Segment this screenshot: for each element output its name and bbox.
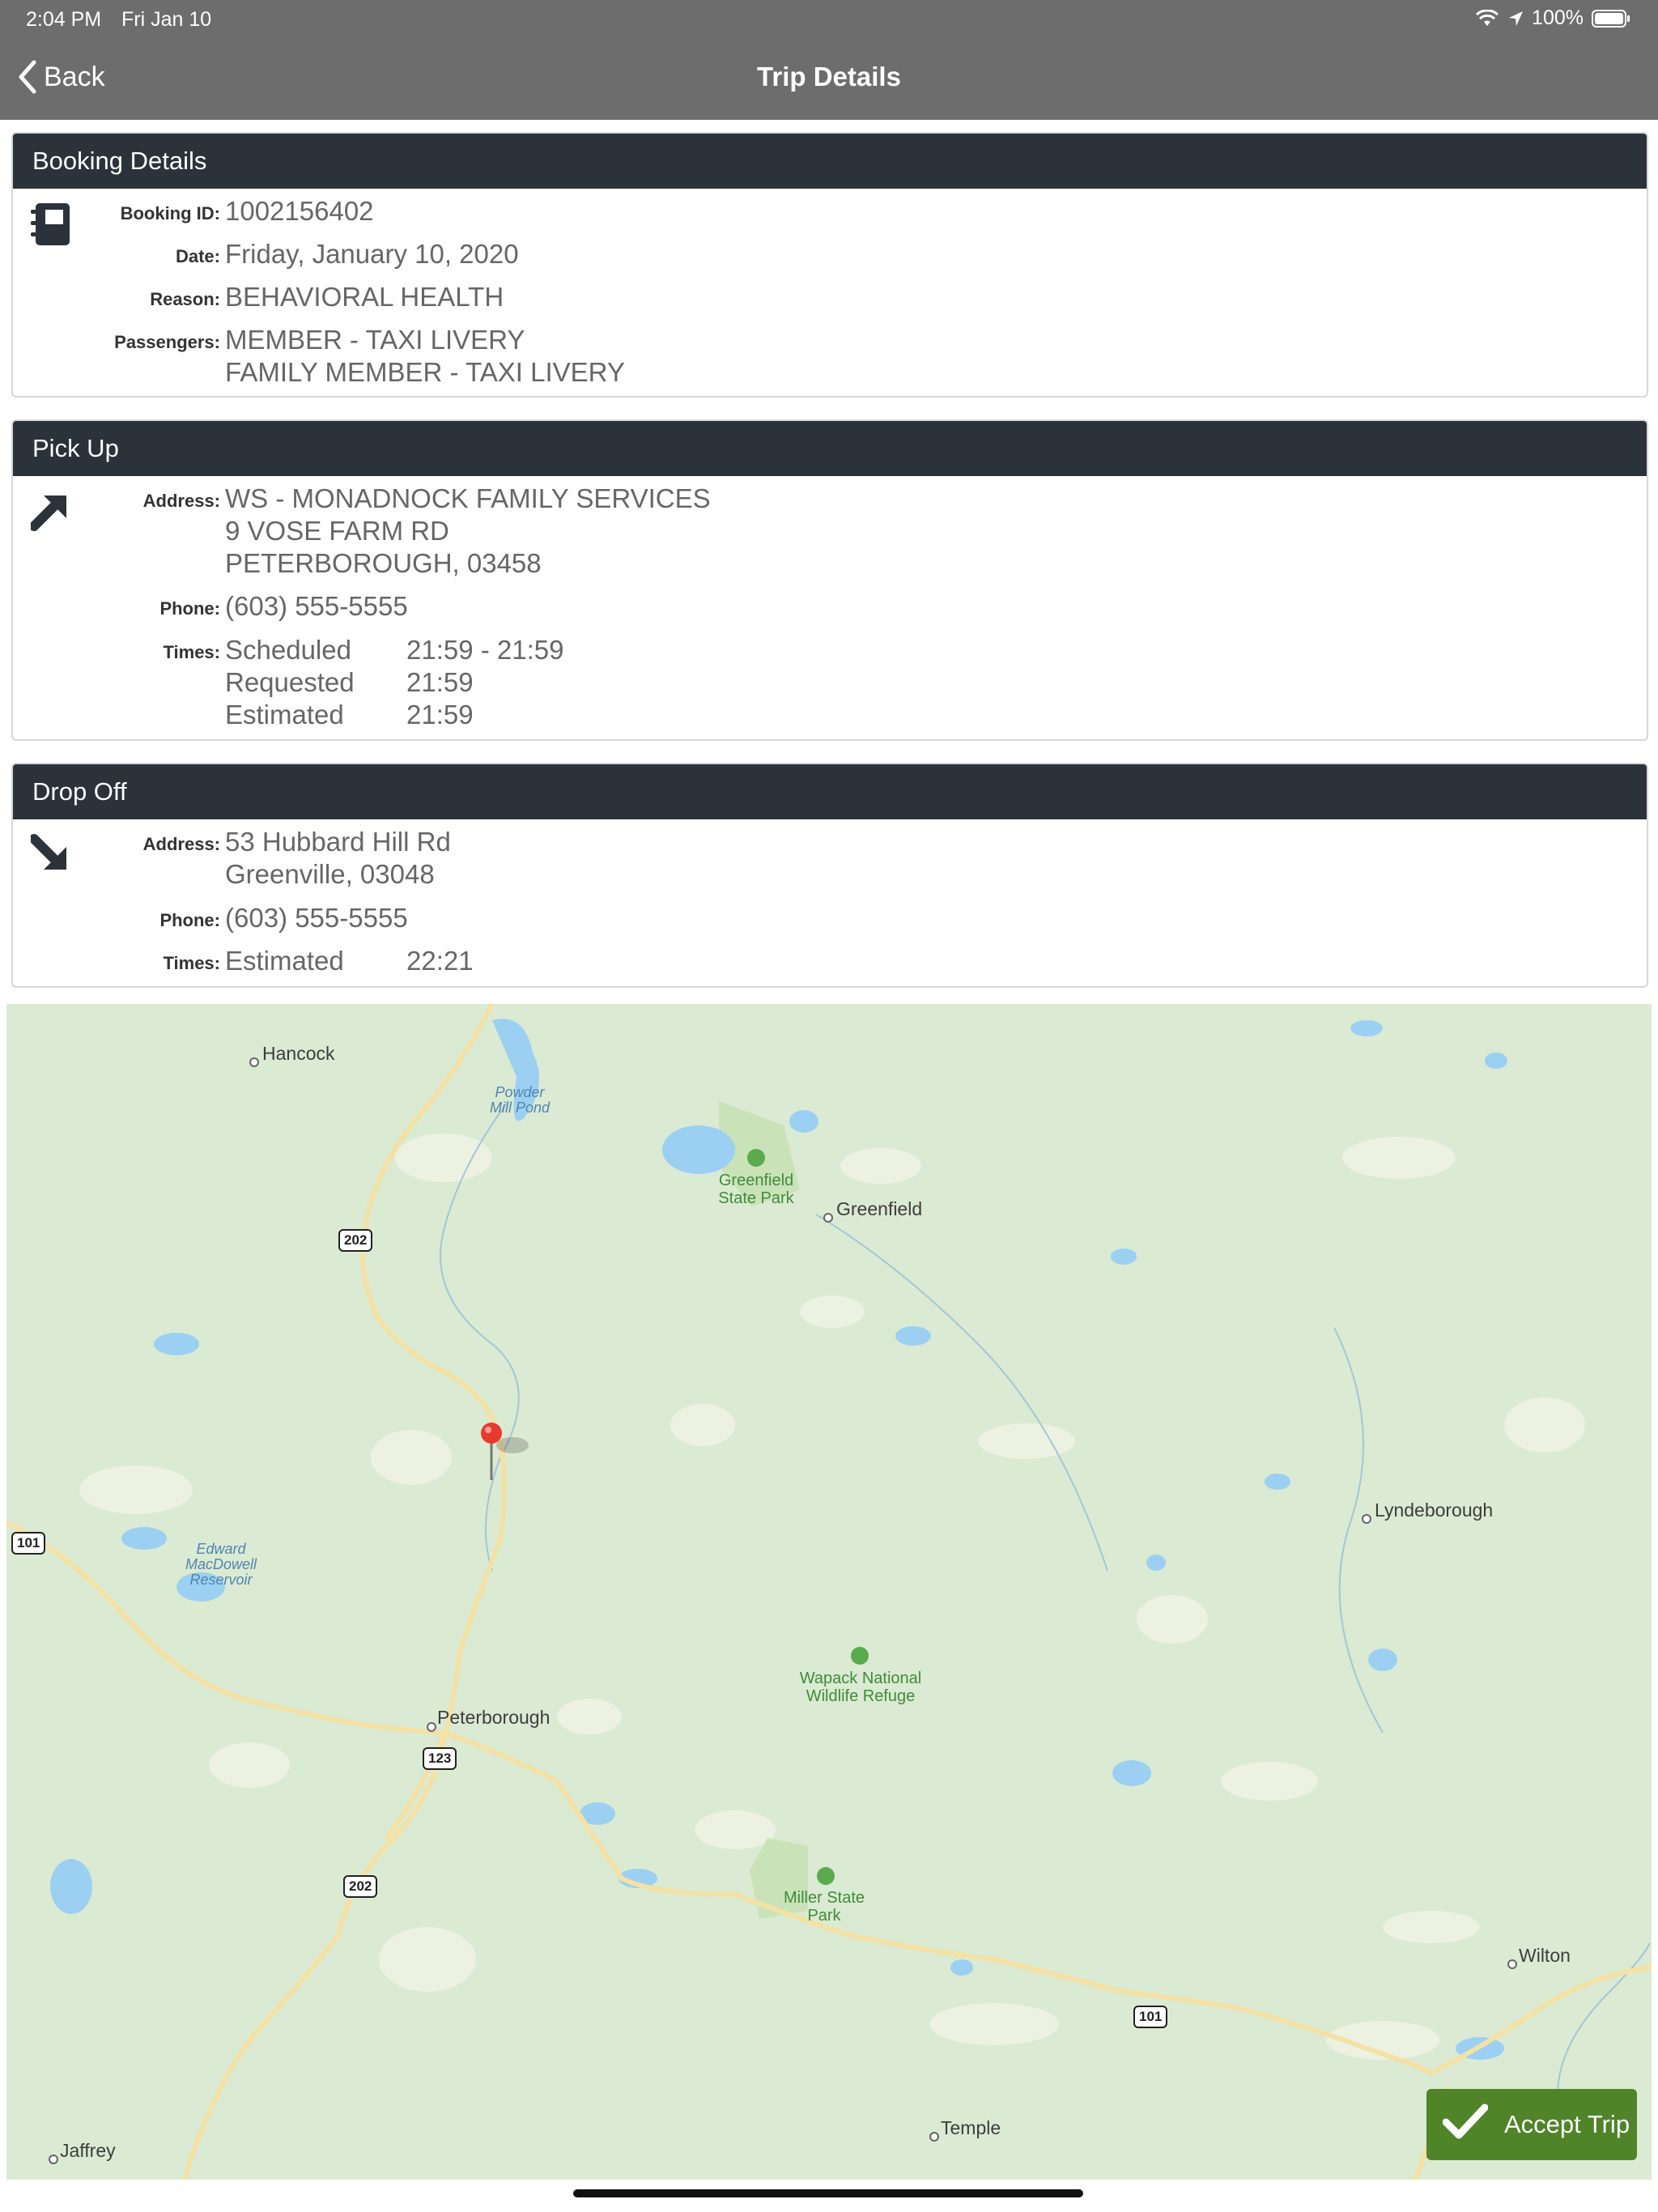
accept-trip-button[interactable]: Accept Trip — [1426, 2089, 1637, 2160]
map-park-label: Greenfield State Park — [718, 1172, 794, 1207]
address-line: Greenville, 03048 — [225, 859, 435, 889]
booking-id-value: 1002156402 — [225, 196, 374, 226]
address-label: Address: — [142, 491, 220, 511]
date-value: Friday, January 10, 2020 — [225, 239, 519, 269]
arrow-down-right-icon — [29, 832, 71, 878]
address-line: PETERBOROUGH, 03458 — [225, 548, 542, 578]
time-value: 21:59 — [406, 667, 474, 697]
checkmark-icon — [1442, 2103, 1489, 2146]
map-town-label: Temple — [941, 2117, 1001, 2138]
address-label: Address: — [142, 834, 220, 854]
address-line: 53 Hubbard Hill Rd — [225, 827, 451, 857]
time-value: 22:21 — [406, 946, 474, 976]
route-shield: 123 — [423, 1747, 457, 1770]
phone-value[interactable]: (603) 555-5555 — [225, 902, 408, 934]
reason-label: Reason: — [150, 289, 220, 309]
time-type: Requested — [225, 667, 355, 697]
status-date: Fri Jan 10 — [121, 8, 212, 31]
panel-header: Pick Up — [13, 421, 1647, 476]
panel-header: Booking Details — [13, 134, 1647, 189]
address-line: 9 VOSE FARM RD — [225, 516, 449, 546]
phone-label: Phone: — [159, 598, 220, 619]
map-park-label: Wapack National Wildlife Refuge — [799, 1670, 922, 1705]
time-entry: Requested 21:59 — [225, 666, 474, 699]
status-indicators: 100% — [1475, 6, 1630, 30]
pickup-panel: Pick Up Address: WS - MONADNOCK FAMILY S… — [11, 419, 1648, 741]
time-type: Estimated — [225, 946, 344, 976]
map-water-label: Edward MacDowell Reservoir — [185, 1541, 257, 1588]
route-shield: 101 — [1133, 2006, 1168, 2028]
date-label: Date: — [175, 246, 220, 266]
dropoff-panel: Drop Off Address: 53 Hubbard Hill Rd Gre… — [11, 763, 1648, 988]
battery-percent: 100% — [1532, 6, 1584, 29]
map-park-label: Miller State Park — [783, 1889, 865, 1925]
time-type: Estimated — [225, 700, 344, 730]
accept-trip-label: Accept Trip — [1504, 2110, 1630, 2138]
map-town-label: Lyndeborough — [1375, 1499, 1494, 1521]
passenger-item: FAMILY MEMBER - TAXI LIVERY — [225, 357, 625, 387]
top-bar: 2:04 PM Fri Jan 10 100% Back Trip Detail… — [0, 0, 1658, 120]
panel-header: Drop Off — [13, 764, 1647, 819]
map-town-label: Wilton — [1519, 1945, 1571, 1966]
route-shield: 101 — [11, 1532, 46, 1555]
pin-shadow — [496, 1437, 529, 1453]
page-title: Trip Details — [757, 62, 901, 91]
pickup-pin-icon[interactable] — [481, 1423, 502, 1480]
time-value: 21:59 — [406, 700, 474, 730]
time-entry: Scheduled 21:59 - 21:59 — [225, 634, 564, 666]
passenger-item: MEMBER - TAXI LIVERY — [225, 325, 525, 355]
time-entry: Estimated 22:21 — [225, 945, 474, 977]
status-time: 2:04 PM — [26, 8, 102, 31]
location-arrow-icon — [1509, 11, 1524, 26]
address-line: WS - MONADNOCK FAMILY SERVICES — [225, 483, 711, 513]
map-base — [6, 1004, 1652, 2180]
battery-icon — [1592, 9, 1630, 28]
map-town-label: Peterborough — [437, 1707, 551, 1728]
map-town-label: Jaffrey — [60, 2140, 116, 2161]
times-label: Times: — [163, 953, 220, 973]
map-town-label: Hancock — [262, 1043, 335, 1064]
route-shield: 202 — [343, 1875, 378, 1898]
time-type: Scheduled — [225, 635, 351, 665]
map-town-label: Greenfield — [836, 1198, 923, 1219]
time-value: 21:59 - 21:59 — [406, 635, 564, 665]
time-entry: Estimated 21:59 — [225, 699, 474, 731]
times-label: Times: — [163, 642, 220, 662]
notebook-icon — [31, 202, 71, 251]
phone-value[interactable]: (603) 555-5555 — [225, 590, 408, 623]
route-shield: 202 — [338, 1229, 373, 1252]
reason-value: BEHAVIORAL HEALTH — [225, 282, 504, 312]
map-water-label: Powder Mill Pond — [489, 1084, 551, 1116]
booking-id-label: Booking ID: — [120, 203, 220, 223]
trip-map[interactable]: Hancock Greenfield Lyndeborough Peterbor… — [6, 1004, 1652, 2180]
home-indicator[interactable] — [573, 2189, 1083, 2197]
wifi-icon — [1476, 9, 1499, 26]
phone-label: Phone: — [159, 910, 220, 930]
nav-bar: Back Trip Details — [0, 49, 1658, 113]
booking-details-panel: Booking Details Booking ID: 1002156402 D… — [11, 132, 1648, 398]
status-bar: 2:04 PM Fri Jan 10 100% — [0, 6, 1658, 36]
passengers-label: Passengers: — [114, 332, 220, 352]
arrow-up-right-icon — [29, 491, 71, 537]
